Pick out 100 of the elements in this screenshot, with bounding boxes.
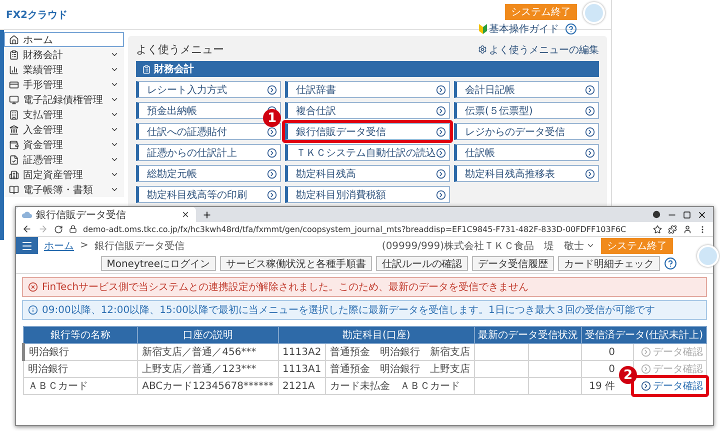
- arrow-circle-icon: [436, 190, 446, 200]
- logo: FX2クラウド: [6, 9, 68, 22]
- record-icon[interactable]: [652, 210, 661, 219]
- menu-button[interactable]: 勘定科目残高推移表: [454, 165, 599, 182]
- menu-button[interactable]: ＴＫＣシステム自動仕訳の読込: [285, 144, 450, 161]
- arrow-circle-icon: [585, 106, 595, 116]
- new-tab-icon[interactable]: [202, 210, 212, 220]
- callout-badge: 2: [619, 366, 637, 384]
- sidebar-item[interactable]: 入金管理: [4, 122, 124, 137]
- column-header: 銀行等の名称: [24, 326, 138, 344]
- arrow-circle-icon: [585, 84, 595, 94]
- menu-button[interactable]: 銀行信販データ受信: [285, 123, 450, 140]
- arrow-circle-icon: [267, 126, 277, 136]
- table-cell: 普通預金 明治銀行 新宿支店: [326, 344, 475, 360]
- table-cell: 1113A1: [278, 360, 326, 378]
- toolbar-button[interactable]: 仕訳ルールの確認: [376, 256, 468, 271]
- menu-button[interactable]: 勘定科目残高: [285, 165, 450, 182]
- menu-item-icon: [9, 64, 19, 74]
- table-cell: ABCカード12345678******: [138, 378, 278, 394]
- menu-button[interactable]: [16, 237, 38, 254]
- menu-button[interactable]: 仕訳辞書: [285, 81, 450, 98]
- toolbar-button[interactable]: Moneytreeにログイン: [100, 256, 216, 271]
- puzzle-icon[interactable]: [668, 224, 677, 234]
- menu-item-icon: [9, 94, 19, 104]
- sidebar-item[interactable]: 資金管理: [4, 137, 124, 152]
- menu-button[interactable]: 勘定科目残高等の印刷: [136, 186, 281, 203]
- maximize-icon[interactable]: [683, 210, 691, 218]
- url-field[interactable]: demo-adt.oms.tkc.co.jp/fx/hc3kwh48rd/tfa/fxmmt/gen/coopsystem_journal_mts?breaddisp=EF1C9845-F731-482F-833D-00FDFF103F6C: [83, 224, 647, 234]
- menu-button[interactable]: 総勘定元帳: [136, 165, 281, 182]
- column-header: 最新のデータ受信状況: [474, 326, 582, 344]
- menu-title: よく使うメニュー: [136, 42, 224, 57]
- menu-item-icon: [9, 124, 19, 134]
- arrow-circle-icon: [436, 84, 446, 94]
- table-cell: 明治銀行: [24, 344, 138, 360]
- edit-menu-link[interactable]: よく使うメニューの編集: [478, 42, 599, 56]
- arrow-circle-icon: [267, 84, 277, 94]
- info-icon: [28, 305, 38, 315]
- help-icon[interactable]: [565, 23, 577, 35]
- breadcrumb-current: 銀行信販データ受信: [94, 240, 184, 252]
- ledger-icon: [142, 64, 151, 74]
- arrow-circle-icon: [267, 190, 277, 200]
- arrow-circle-icon: [436, 148, 446, 158]
- menu-button[interactable]: 証憑からの仕訳計上: [136, 144, 281, 161]
- toolbar-button[interactable]: カード明細チェック: [558, 256, 660, 271]
- arrow-circle-icon: [585, 126, 595, 136]
- toolbar-button[interactable]: サービス稼働状況と各種手順書: [220, 256, 372, 271]
- sidebar-item[interactable]: 固定資産管理: [4, 167, 124, 182]
- table-cell: 上野支店／普通／123***: [138, 360, 278, 378]
- menu-button[interactable]: 会計日記帳: [454, 81, 599, 98]
- sidebar-item[interactable]: 業績管理: [4, 62, 124, 77]
- error-icon: [28, 282, 38, 292]
- menu-button[interactable]: 伝票(５伝票型): [454, 102, 599, 119]
- lock-icon: [69, 225, 77, 233]
- menu-button[interactable]: 仕訳帳: [454, 144, 599, 161]
- menu-item-icon: [9, 110, 19, 120]
- back-icon[interactable]: [22, 224, 32, 234]
- menu-button[interactable]: レジからのデータ受信: [454, 123, 599, 140]
- arrow-circle-icon: [585, 168, 595, 178]
- menu-item-icon: [9, 170, 19, 180]
- section-title: 財務会計: [154, 62, 194, 76]
- menu-icon: [21, 240, 33, 252]
- menu-button[interactable]: 複合仕訳: [285, 102, 450, 119]
- menu-button[interactable]: 仕訳への証憑貼付: [136, 123, 281, 140]
- close-window-icon[interactable]: [697, 210, 707, 220]
- sidebar-item[interactable]: 手形管理: [4, 77, 124, 92]
- menu-button[interactable]: レシート入力方式: [136, 81, 281, 98]
- table-cell: 1113A2: [278, 344, 326, 360]
- settings-icon: [478, 45, 487, 54]
- guide-link[interactable]: 基本操作ガイド: [479, 22, 559, 36]
- arrow-circle-icon: [436, 106, 446, 116]
- table-cell: 新宿支店／普通／456***: [138, 344, 278, 360]
- breadcrumb-separator: >: [80, 240, 88, 251]
- sidebar-item[interactable]: ホーム: [4, 32, 124, 47]
- sidebar-item[interactable]: 電子記録債権管理: [4, 92, 124, 107]
- sidebar-item[interactable]: 電子帳簿・書類: [4, 182, 124, 197]
- browser-tab[interactable]: 銀行信販データ受信: [16, 207, 196, 222]
- column-header: 勘定科目(口座): [278, 326, 475, 344]
- sidebar-item[interactable]: 証憑管理: [4, 152, 124, 167]
- table-cell: 2121A: [278, 378, 326, 394]
- profile-icon[interactable]: [683, 224, 692, 234]
- sidebar-item[interactable]: 財務会計: [4, 47, 124, 62]
- menu-item-icon: [9, 80, 19, 90]
- message-text: 09:00以降、12:00以降、15:00以降で最初に当メニューを選択した際に最新データを受信します。1日につき最大３回の受信が可能です: [42, 304, 655, 317]
- breadcrumb-link[interactable]: ホーム: [44, 238, 74, 252]
- star-icon[interactable]: [653, 224, 662, 234]
- reload-icon[interactable]: [54, 224, 63, 234]
- sidebar-item[interactable]: 支払管理: [4, 107, 124, 122]
- close-tab-icon[interactable]: [181, 210, 190, 219]
- table-cell: 0: [582, 344, 634, 360]
- help-icon[interactable]: [664, 257, 677, 270]
- column-header: 受信済データ(仕訳未計上): [582, 326, 706, 344]
- menu-button[interactable]: 勘定科目別消費税額: [285, 186, 450, 203]
- toolbar-button[interactable]: データ受信履歴: [472, 256, 554, 271]
- leaf-mark-icon: [479, 24, 487, 34]
- user-name[interactable]: (09999/999)株式会社ＴＫＣ食品 堤 敬士: [382, 238, 595, 252]
- column-header: 口座の説明: [138, 326, 278, 344]
- arrow-circle-icon: [641, 381, 651, 391]
- arrow-circle-icon: [641, 347, 651, 357]
- message-text: FinTechサービス側で当システムとの連携設定が解除されました。このため、最新のデータを受信できません: [42, 280, 529, 294]
- arrow-circle-icon: [267, 148, 277, 158]
